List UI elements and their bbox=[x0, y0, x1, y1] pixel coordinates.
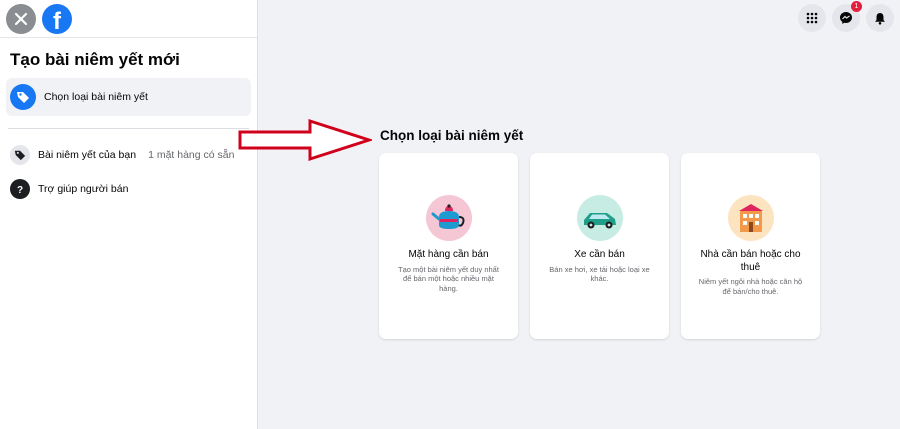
notifications-button[interactable] bbox=[866, 4, 894, 32]
card-title: Xe cần bán bbox=[574, 249, 625, 260]
sidebar-item-label: Chọn loại bài niêm yết bbox=[44, 91, 148, 103]
listing-type-cards: Mặt hàng cần bán Tạo một bài niêm yết du… bbox=[379, 153, 820, 339]
car-icon bbox=[576, 195, 623, 241]
svg-text:?: ? bbox=[17, 185, 23, 195]
card-description: Niêm yết ngôi nhà hoặc căn hộ để bán/cho… bbox=[698, 277, 803, 296]
facebook-logo-icon[interactable]: f bbox=[42, 3, 72, 34]
close-icon bbox=[14, 12, 28, 25]
sidebar-item-seller-help[interactable]: ? Trợ giúp người bán bbox=[0, 173, 257, 205]
item-for-sale-card[interactable]: Mặt hàng cần bán Tạo một bài niêm yết du… bbox=[379, 153, 518, 339]
card-description: Bán xe hơi, xe tải hoặc loại xe khác. bbox=[549, 264, 650, 284]
messenger-icon bbox=[840, 12, 852, 24]
sidebar-item-label: Trợ giúp người bán bbox=[38, 183, 129, 195]
red-arrow-icon bbox=[238, 118, 372, 162]
sidebar-topbar: f bbox=[0, 0, 257, 38]
bell-icon bbox=[875, 12, 885, 25]
sidebar-item-choose-listing-type[interactable]: Chọn loại bài niêm yết bbox=[6, 78, 251, 116]
sidebar-item-label: Bài niêm yết của bạn bbox=[38, 149, 137, 161]
close-button[interactable] bbox=[6, 3, 36, 34]
menu-button[interactable] bbox=[798, 4, 826, 32]
menu-grid-icon bbox=[806, 12, 818, 24]
notification-badge: 1 bbox=[851, 1, 862, 12]
tag-icon bbox=[10, 84, 36, 110]
teapot-icon bbox=[425, 195, 472, 241]
page-title: Tạo bài niêm yết mới bbox=[10, 50, 180, 69]
property-for-sale-or-rent-card[interactable]: Nhà cần bán hoặc cho thuê Niêm yết ngôi … bbox=[681, 153, 820, 339]
vehicle-for-sale-card[interactable]: Xe cần bán Bán xe hơi, xe tải hoặc loại … bbox=[530, 153, 669, 339]
card-description: Tạo một bài niêm yết duy nhất để bán một… bbox=[398, 264, 499, 294]
header-icons: 1 bbox=[798, 1, 894, 32]
sidebar: f Tạo bài niêm yết mới Chọn loại bài niê… bbox=[0, 0, 258, 429]
house-icon bbox=[727, 195, 774, 241]
section-title: Chọn loại bài niêm yết bbox=[380, 128, 524, 143]
listing-count: 1 mặt hàng có sẵn bbox=[148, 149, 235, 161]
card-title: Mặt hàng cần bán bbox=[408, 249, 489, 260]
help-icon: ? bbox=[10, 179, 30, 199]
messenger-button[interactable]: 1 bbox=[832, 1, 862, 32]
card-title: Nhà cần bán hoặc cho thuê bbox=[700, 249, 801, 273]
sidebar-item-your-listings[interactable]: Bài niêm yết của bạn 1 mặt hàng có sẵn bbox=[0, 139, 257, 171]
divider bbox=[8, 128, 249, 129]
tags-icon bbox=[10, 145, 30, 165]
